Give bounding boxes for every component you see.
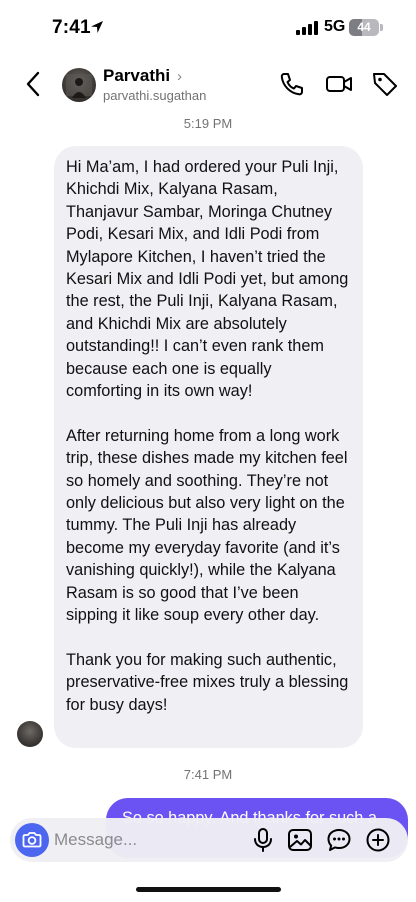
avatar[interactable] (62, 68, 96, 102)
contact-name[interactable]: Parvathi (103, 66, 170, 86)
incoming-message-bubble[interactable]: Hi Ma’am, I had ordered your Puli Inji, … (54, 146, 363, 748)
gallery-icon[interactable] (287, 827, 313, 853)
chevron-right-icon[interactable]: › (177, 68, 182, 85)
status-bar: 7:41 5G 44 (0, 0, 416, 56)
home-indicator[interactable] (136, 887, 281, 892)
battery-icon: 44 (349, 19, 379, 36)
message-paragraph: Thank you for making such authentic, pre… (66, 650, 349, 714)
location-arrow-icon (91, 21, 103, 33)
battery-cap (380, 24, 383, 31)
message-paragraph: After returning home from a long work tr… (66, 426, 348, 625)
message-paragraph: Hi Ma’am, I had ordered your Puli Inji, … (66, 158, 349, 401)
sticker-icon[interactable] (326, 827, 352, 853)
message-composer (10, 818, 408, 862)
phone-icon[interactable] (278, 70, 306, 98)
network-type: 5G (324, 18, 346, 35)
camera-button[interactable] (15, 823, 49, 857)
message-input[interactable] (54, 826, 244, 854)
avatar-person-icon (66, 74, 92, 98)
tag-icon[interactable] (371, 70, 399, 98)
back-chevron-icon[interactable] (22, 70, 46, 98)
status-time: 7:41 (52, 17, 91, 38)
plus-icon[interactable] (365, 827, 391, 853)
message-timestamp: 7:41 PM (183, 767, 233, 782)
video-call-icon[interactable] (325, 70, 353, 98)
message-timestamp: 5:19 PM (183, 116, 233, 131)
chat-header: Parvathi › parvathi.sugathan (0, 56, 416, 112)
camera-icon (22, 832, 42, 848)
contact-handle[interactable]: parvathi.sugathan (103, 88, 206, 103)
sender-avatar[interactable] (17, 721, 43, 747)
microphone-icon[interactable] (250, 827, 276, 853)
battery-percent: 44 (357, 20, 371, 34)
cellular-signal-icon (296, 21, 318, 35)
